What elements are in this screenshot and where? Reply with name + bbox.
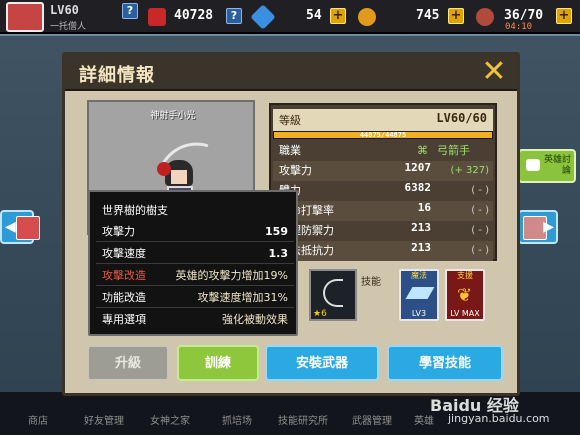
nav-friends[interactable]: 好友管理	[84, 412, 124, 427]
chat-icon	[526, 159, 540, 171]
hero-hat	[157, 162, 171, 176]
ice-arrow-icon	[405, 287, 435, 299]
hero-face	[171, 170, 187, 184]
tooltip-label: 攻擊改造	[102, 269, 146, 282]
nav-skill-lab[interactable]: 技能研究所	[278, 412, 328, 427]
tooltip-row-function-mod: 功能改造 攻擊速度增加31%	[96, 288, 294, 308]
stat-value: 弓箭手	[437, 144, 470, 157]
stat-label: 攻擊力	[279, 164, 312, 177]
player-name: 一托僧人	[50, 22, 87, 32]
stat-bonus: ( - )	[471, 225, 489, 236]
stat-label: 職業	[279, 144, 301, 157]
meat-icon	[476, 8, 494, 26]
class-icon: ⌘	[417, 144, 428, 157]
skill-level: LV3	[411, 309, 427, 318]
previous-hero-button[interactable]: ◀	[0, 210, 40, 244]
skill-tag: 魔法	[411, 271, 427, 280]
stat-value: 213	[411, 241, 431, 254]
stat-bonus: ( - )	[471, 185, 489, 196]
weapon-tooltip: 世界樹的樹支 攻擊力 159 攻擊速度 1.3 攻擊改造 英雄的攻擊力增加19%…	[88, 190, 298, 336]
xp-text: 44875/44875	[359, 131, 407, 139]
nav-shop[interactable]: 商店	[28, 412, 48, 427]
weapon-level: ★6	[313, 309, 327, 319]
level-value: LV60/60	[436, 111, 487, 125]
stat-row-hp: 體力 6382 ( - )	[273, 181, 493, 201]
stat-bonus: ( - )	[471, 205, 489, 216]
stats-panel: 等級 LV60/60 44875/44875 職業 ⌘ 弓箭手 攻擊力 1207…	[269, 103, 497, 261]
arrow-left-icon: ◀	[5, 219, 16, 235]
train-button[interactable]: 訓練	[177, 345, 259, 381]
gold-help-icon[interactable]: ?	[226, 8, 242, 24]
gem-icon	[250, 4, 276, 30]
stat-row-attack: 攻擊力 1207 (+ 327)	[273, 161, 493, 181]
upgrade-button[interactable]: 升級	[87, 345, 169, 381]
tooltip-row-special: 專用選項 強化被動效果	[96, 310, 294, 330]
top-bar: LV60 一托僧人 ? 40728 ? 54 + 745 + 36/70 04:…	[0, 0, 580, 34]
stat-bonus: ( - )	[471, 245, 489, 256]
tooltip-label: 功能改造	[102, 291, 146, 304]
stat-row-crit: 致命打擊率 16 ( - )	[273, 201, 493, 221]
hero-discussion-button[interactable]: 英雄討論	[518, 149, 576, 183]
add-gems-button[interactable]: +	[330, 8, 346, 24]
skill-slot-magic[interactable]: 魔法 LV3	[399, 269, 439, 321]
watermark-url: jingyan.baidu.com	[448, 412, 550, 425]
tooltip-label: 專用選項	[102, 313, 146, 326]
add-stamina-button[interactable]: +	[556, 8, 572, 24]
nav-weapon-manage[interactable]: 武器管理	[352, 412, 392, 427]
stat-value: 1207	[404, 161, 432, 174]
tooltip-value: 159	[265, 225, 288, 238]
equipped-weapon-slot[interactable]: ★6	[309, 269, 357, 321]
tooltip-text: 強化被動效果	[222, 313, 288, 326]
skill-slot-support[interactable]: 支援 ❦ LV MAX	[445, 269, 485, 321]
dialog-title: 詳細情報	[79, 65, 155, 86]
tooltip-title: 世界樹的樹支	[102, 204, 168, 217]
stat-row-defense: 物理防禦力 213 ( - )	[273, 221, 493, 241]
level-row: 等級 LV60/60	[273, 109, 493, 131]
next-hero-button[interactable]: ▶	[518, 210, 558, 244]
learn-skill-button[interactable]: 學習技能	[387, 345, 503, 381]
hero-name: 神射手小光	[150, 111, 196, 121]
nav-training-ground[interactable]: 抓培场	[222, 412, 252, 427]
bow-icon	[323, 279, 343, 307]
help-icon[interactable]: ?	[122, 3, 138, 19]
dialog-titlebar: 詳細情報 ✕	[65, 55, 517, 91]
stat-row-class: 職業 ⌘ 弓箭手	[273, 141, 493, 161]
tooltip-label: 攻擊速度	[102, 247, 146, 260]
gem-count: 54	[306, 8, 322, 23]
skill-tag: 支援	[457, 271, 473, 280]
skill-level: LV MAX	[450, 309, 480, 318]
skills-label: 技能	[361, 277, 381, 288]
add-coins-button[interactable]: +	[448, 8, 464, 24]
player-level: LV60	[50, 3, 79, 17]
arrow-right-icon: ▶	[543, 219, 554, 235]
stat-row-resist: 魔法抵抗力 213 ( - )	[273, 241, 493, 261]
level-label: 等級	[279, 114, 301, 127]
stat-value: 16	[417, 201, 431, 214]
player-avatar[interactable]	[6, 2, 44, 32]
coin-count: 745	[416, 8, 440, 23]
tooltip-value: 1.3	[268, 247, 289, 260]
tooltip-text: 英雄的攻擊力增加19%	[175, 269, 288, 282]
star-icon	[148, 8, 166, 26]
equip-weapon-button[interactable]: 安裝武器	[265, 345, 379, 381]
tooltip-text: 攻擊速度增加31%	[197, 291, 288, 304]
tooltip-label: 攻擊力	[102, 225, 135, 238]
butterfly-icon: ❦	[457, 285, 473, 306]
gold-count: 40728	[174, 8, 214, 23]
coin-icon	[358, 8, 376, 26]
tooltip-row-attack: 攻擊力 159	[96, 222, 294, 242]
stat-value: 213	[411, 221, 431, 234]
stat-bonus: (+ 327)	[450, 165, 489, 176]
stat-value: 6382	[404, 181, 432, 194]
tooltip-row-attack-mod: 攻擊改造 英雄的攻擊力增加19%	[96, 266, 294, 286]
previous-hero-avatar	[16, 216, 40, 240]
hero-discussion-label: 英雄討論	[543, 155, 571, 176]
stamina-timer: 04:10	[505, 22, 533, 32]
close-icon[interactable]: ✕	[477, 57, 511, 89]
skills-row: ★6 技能 魔法 LV3 支援 ❦ LV MAX	[269, 267, 497, 323]
tooltip-row-speed: 攻擊速度 1.3	[96, 244, 294, 264]
xp-bar: 44875/44875	[273, 131, 493, 139]
nav-goddess-house[interactable]: 女神之家	[150, 412, 190, 427]
